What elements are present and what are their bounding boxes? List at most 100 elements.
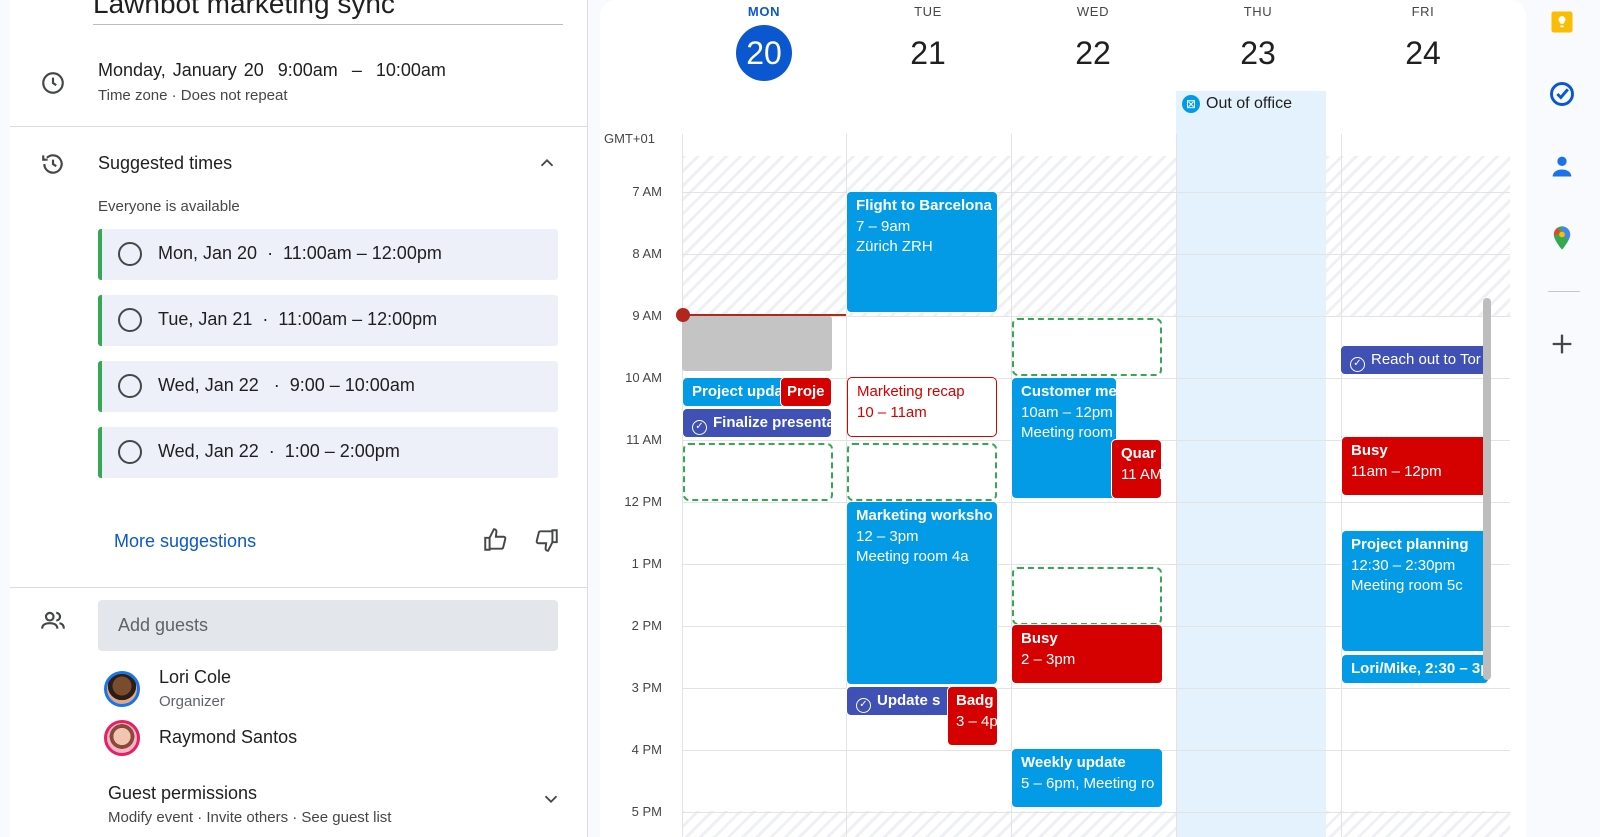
timezone-repeat-line[interactable]: Time zone · Does not repeat [98, 87, 288, 104]
add-icon[interactable] [1548, 330, 1576, 358]
radio-button[interactable] [118, 374, 142, 398]
app: Lawnbot marketing sync Monday, January 2… [0, 0, 1600, 837]
event-time: 10am – 12pm [1021, 403, 1113, 421]
event-title: Customer me [1021, 383, 1117, 400]
hour-label: 11 AM [626, 432, 662, 447]
event-project[interactable]: Proje [780, 377, 832, 407]
task-reach-out[interactable]: ✓ Reach out to Tor [1340, 345, 1488, 375]
event-time: 12:30 – 2:30pm [1351, 556, 1456, 574]
keep-icon[interactable] [1548, 8, 1576, 36]
scrollbar[interactable] [1483, 298, 1491, 680]
event-customer-meeting[interactable]: Customer me 10am – 12pm Meeting room [1011, 377, 1117, 499]
suggested-slot-placeholder[interactable] [1012, 567, 1162, 625]
hour-label: 8 AM [632, 246, 662, 261]
add-guests-input[interactable] [98, 600, 558, 651]
guest-name: Lori Cole [159, 667, 232, 687]
task-finalize-presentation[interactable]: ✓ Finalize presenta [682, 408, 832, 438]
day-number-fri[interactable]: 24 [1395, 25, 1451, 81]
hour-label: 1 PM [631, 556, 662, 571]
slot-label: Wed, Jan 22 · 1:00 – 2:00pm [158, 441, 400, 461]
day-name-wed: WED [1076, 4, 1110, 19]
thumbs-up-icon[interactable] [482, 527, 508, 553]
event-lori-mike[interactable]: Lori/Mike, 2:30 – 3p [1341, 654, 1489, 684]
hour-label: 10 AM [625, 370, 662, 385]
thumbs-down-icon[interactable] [534, 527, 560, 553]
suggested-slot-placeholder[interactable] [1012, 318, 1162, 376]
event-title: Finalize presenta [713, 414, 832, 431]
clock-icon [42, 72, 64, 94]
day-number-mon[interactable]: 20 [736, 25, 792, 81]
suggested-slot-placeholder[interactable] [847, 443, 997, 501]
event-end-time[interactable]: 10:00am [376, 60, 446, 80]
event-weekly-update[interactable]: Weekly update 5 – 6pm, Meeting ro [1011, 748, 1163, 808]
day-number-wed[interactable]: 22 [1065, 25, 1121, 81]
event-title: Busy [1021, 630, 1058, 647]
event-date[interactable]: Monday, January 20 [98, 60, 264, 80]
event-time: 11am – 12pm [1351, 462, 1442, 480]
task-check-icon: ✓ [856, 698, 871, 713]
event-marketing-workshop[interactable]: Marketing worksho 12 – 3pm Meeting room 4a [846, 501, 998, 685]
hour-label: 3 PM [631, 680, 662, 695]
grid-line [682, 502, 1510, 503]
draft-event-block[interactable] [682, 316, 832, 371]
day-number-tue[interactable]: 21 [900, 25, 956, 81]
suggested-slot[interactable]: Mon, Jan 20 · 11:00am – 12:00pm [98, 229, 558, 280]
history-icon [42, 154, 63, 174]
event-time: 7 – 9am [856, 217, 911, 235]
out-of-office-label[interactable]: ⊠ Out of office [1182, 95, 1292, 113]
non-working-hours [1326, 156, 1510, 316]
event-quarterly[interactable]: Quar 11 AM [1111, 439, 1162, 499]
event-title: Lori/Mike, 2:30 – 3p [1351, 660, 1489, 677]
contacts-icon[interactable] [1548, 152, 1576, 180]
event-title: Project planning [1351, 536, 1469, 553]
event-project-planning[interactable]: Project planning 12:30 – 2:30pm Meeting ro… [1341, 530, 1489, 652]
event-title-field[interactable]: Lawnbot marketing sync [93, 0, 563, 25]
task-update[interactable]: ✓ Update s [846, 686, 956, 716]
out-of-office-block[interactable] [1176, 91, 1326, 837]
event-flight-to-barcelona[interactable]: Flight to Barcelona 7 – 9am Zürich ZRH [846, 191, 998, 313]
radio-button[interactable] [118, 308, 142, 332]
radio-button[interactable] [118, 440, 142, 464]
more-suggestions-link[interactable]: More suggestions [114, 531, 256, 552]
suggested-slot[interactable]: Wed, Jan 22 · 9:00 – 10:00am [98, 361, 558, 412]
current-time-line [682, 314, 846, 316]
radio-button[interactable] [118, 242, 142, 266]
event-marketing-recap[interactable]: Marketing recap 10 – 11am [847, 377, 997, 437]
avatar [104, 671, 140, 707]
availability-note: Everyone is available [98, 198, 240, 215]
chevron-down-icon[interactable] [540, 788, 562, 810]
event-title: Update s [877, 692, 941, 709]
suggested-slot[interactable]: Wed, Jan 22 · 1:00 – 2:00pm [98, 427, 558, 478]
event-details-panel: Lawnbot marketing sync Monday, January 2… [10, 0, 588, 837]
event-busy-fri[interactable]: Busy 11am – 12pm [1341, 436, 1489, 496]
event-busy-wed[interactable]: Busy 2 – 3pm [1011, 624, 1163, 684]
slot-label: Tue, Jan 21 · 11:00am – 12:00pm [158, 309, 438, 329]
day-number-thu[interactable]: 23 [1230, 25, 1286, 81]
event-datetime[interactable]: Monday, January 20 9:00am –10:00am [98, 60, 460, 81]
out-of-office-text: Out of office [1206, 95, 1292, 112]
avatar [104, 720, 140, 756]
hour-label: 2 PM [631, 618, 662, 633]
grid-line [682, 688, 1510, 689]
event-start-time[interactable]: 9:00am [278, 60, 338, 80]
event-badge[interactable]: Badg 3 – 4p [947, 686, 998, 746]
event-time: 2 – 3pm [1021, 650, 1076, 668]
day-name-tue: TUE [914, 4, 942, 19]
chevron-up-icon[interactable] [536, 152, 558, 174]
suggested-slot[interactable]: Tue, Jan 21 · 11:00am – 12:00pm [98, 295, 558, 346]
event-project-update[interactable]: Project upda [682, 377, 792, 407]
event-title: Weekly update [1021, 754, 1126, 771]
event-title: Flight to Barcelona [856, 197, 992, 214]
tasks-icon[interactable] [1548, 80, 1576, 108]
event-title: Badg [956, 692, 994, 709]
guest-permissions-title[interactable]: Guest permissions [108, 783, 257, 804]
event-location: Zürich ZRH [856, 238, 933, 255]
non-working-hours [1326, 811, 1510, 837]
divider [10, 587, 588, 588]
timezone-label: GMT+01 [604, 131, 655, 146]
suggested-slot-placeholder[interactable] [683, 443, 833, 501]
divider [10, 126, 588, 127]
maps-icon[interactable] [1548, 224, 1576, 252]
event-time: 12 – 3pm [856, 527, 919, 545]
hour-label: 4 PM [631, 742, 662, 757]
